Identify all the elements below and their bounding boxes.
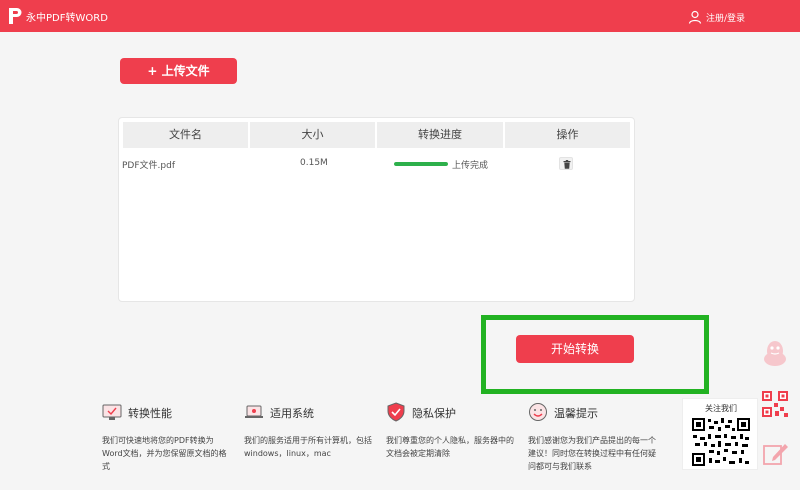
login-link[interactable]: 注册/登录 — [706, 11, 745, 24]
feature-description: 我们感谢您为我们产品提出的每一个建议！同时您在转换过程中有任何疑问都可与我们联系 — [528, 436, 656, 471]
start-convert-button[interactable]: 开始转换 — [516, 335, 634, 363]
column-header-size: 大小 — [250, 122, 375, 148]
file-name: PDF文件.pdf — [122, 161, 175, 171]
monitor-check-icon — [102, 404, 122, 420]
laptop-icon — [245, 405, 263, 418]
column-header-filename: 文件名 — [123, 122, 248, 148]
smile-face-icon — [529, 403, 547, 421]
feature-title: 适用系统 — [270, 407, 314, 420]
qr-code-icon — [691, 417, 751, 467]
feature-title: 隐私保护 — [412, 407, 456, 420]
upload-progress-bar — [394, 162, 448, 166]
file-list-panel: 文件名 大小 转换进度 操作 PDF文件.pdf 0.15M 上传完成 — [118, 117, 635, 302]
delete-file-button[interactable] — [559, 157, 573, 170]
column-header-progress: 转换进度 — [377, 122, 503, 148]
file-size: 0.15M — [300, 158, 328, 168]
follow-us-label: 关注我们 — [705, 404, 737, 413]
qr-code-toggle-icon[interactable] — [761, 390, 789, 418]
feedback-edit-icon[interactable] — [761, 440, 789, 468]
feature-description: 我们的服务适用于所有计算机，包括windows，linux，mac — [244, 436, 372, 458]
user-icon[interactable] — [688, 10, 702, 24]
feature-description: 我们尊重您的个人隐私，服务器中的文档会被定期清除 — [386, 436, 514, 458]
qq-penguin-icon[interactable] — [761, 339, 789, 369]
table-header: 文件名 大小 转换进度 操作 — [123, 122, 630, 148]
upload-progress-fill — [394, 162, 448, 166]
upload-status: 上传完成 — [452, 161, 489, 171]
app-logo-icon — [9, 8, 22, 24]
upload-file-button[interactable]: + 上传文件 — [120, 58, 237, 84]
column-header-actions: 操作 — [505, 122, 630, 148]
follow-us-panel: 关注我们 — [682, 398, 758, 470]
feature-title: 温馨提示 — [554, 407, 598, 420]
shield-check-icon — [387, 402, 405, 422]
trash-icon — [563, 160, 571, 169]
top-bar: 永中PDF转WORD 注册/登录 — [0, 0, 800, 32]
feature-title: 转换性能 — [128, 407, 172, 420]
app-title: 永中PDF转WORD — [26, 13, 108, 24]
feature-description: 我们可快速地将您的PDF转换为Word文档，并为您保留原文档的格式 — [102, 436, 227, 471]
